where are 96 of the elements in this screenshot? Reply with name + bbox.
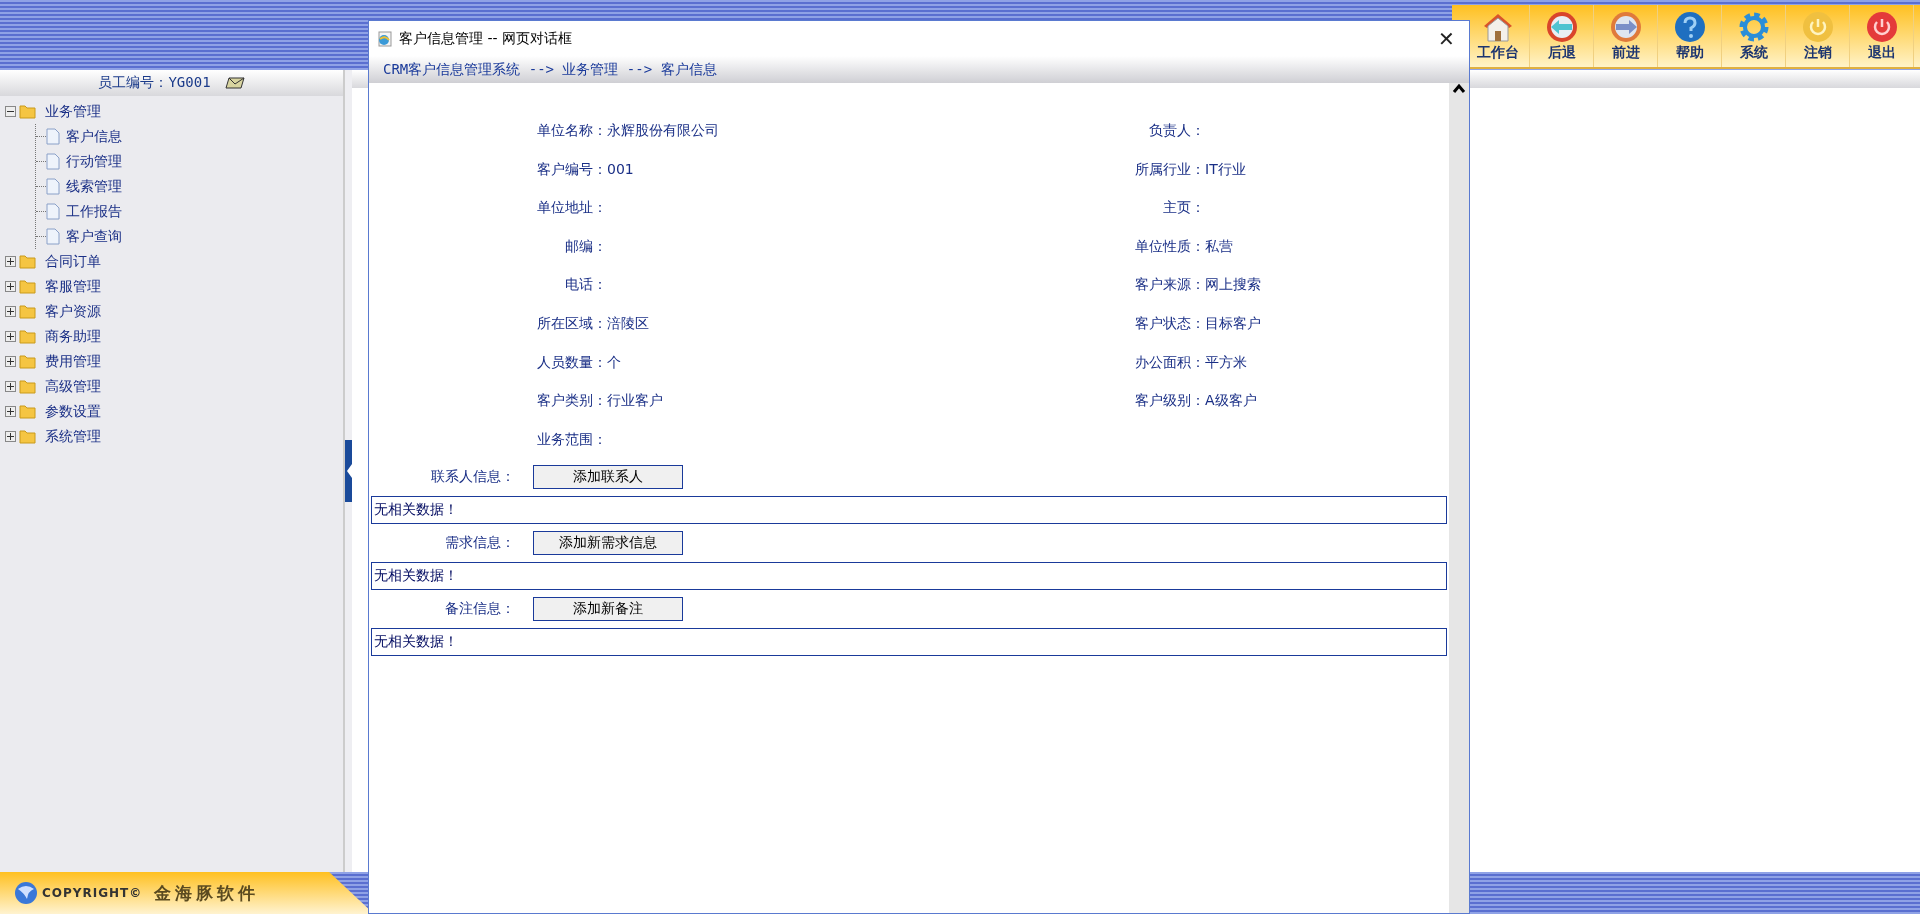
field-label: 客户类别： [536, 391, 607, 411]
field-label: 负责人： [1148, 121, 1205, 140]
page-icon [377, 30, 393, 47]
toolbar-button[interactable]: 注销 [1786, 5, 1850, 67]
field-label: 客户状态： [1134, 313, 1205, 333]
collapse-handle-icon[interactable] [345, 440, 352, 502]
section-label: 需求信息： [444, 534, 515, 553]
folder-icon [19, 379, 36, 394]
field-label: 单位性质： [1134, 236, 1205, 256]
folder-icon [19, 279, 36, 294]
document-icon [46, 178, 60, 195]
toolbar-button[interactable]: 退出 [1850, 5, 1914, 67]
company-name: 金海豚软件 [154, 881, 260, 905]
power-icon [1801, 10, 1834, 43]
document-icon [46, 128, 60, 145]
field-label: 邮编： [564, 236, 607, 256]
dialog-title: 客户信息管理 -- 网页对话框 [399, 29, 573, 48]
expand-icon[interactable] [5, 256, 16, 267]
document-icon [46, 203, 60, 220]
folder-icon [19, 354, 36, 369]
field-value: 001 [607, 159, 635, 179]
field-label: 单位名称： [536, 121, 607, 140]
empty-message: 无相关数据！ [371, 496, 1447, 525]
field-label: 办公面积： [1134, 352, 1205, 372]
field-label: 人员数量： [536, 352, 607, 372]
expand-icon[interactable] [5, 331, 16, 342]
field-label: 业务范围： [536, 429, 607, 449]
toolbar-button[interactable]: 帮助 [1658, 5, 1722, 67]
field-label: 客户来源： [1134, 275, 1205, 295]
folder-icon [19, 429, 36, 444]
close-button[interactable]: ✕ [1432, 26, 1461, 51]
field-value: 网上搜索 [1205, 275, 1262, 295]
document-icon [46, 153, 60, 170]
field-value: 个 [607, 352, 622, 372]
scrollbar[interactable] [1449, 83, 1469, 913]
tree-item[interactable]: 客服管理 [45, 277, 101, 296]
add-button[interactable]: 添加新需求信息 [533, 531, 683, 556]
expand-icon[interactable] [5, 381, 16, 392]
tree-item[interactable]: 费用管理 [45, 352, 101, 371]
folder-icon [19, 304, 36, 319]
tree-item[interactable]: 高级管理 [45, 377, 101, 396]
field-value: 私营 [1205, 236, 1234, 256]
tree-item[interactable]: 合同订单 [45, 252, 101, 271]
empty-message: 无相关数据！ [371, 628, 1447, 657]
expand-icon[interactable] [5, 406, 16, 417]
tree-item[interactable]: 工作报告 [66, 202, 122, 221]
copyright-text: COPYRIGHT© [42, 886, 143, 900]
help-icon [1673, 10, 1706, 43]
field-value: A级客户 [1205, 391, 1258, 411]
globe-icon [14, 881, 38, 905]
field-label: 所属行业： [1134, 159, 1205, 179]
folder-icon [19, 404, 36, 419]
field-value: 涪陵区 [607, 313, 650, 333]
employee-id: 员工编号：YG001 [98, 74, 211, 92]
expand-icon[interactable] [5, 281, 16, 292]
field-value: 目标客户 [1205, 313, 1262, 333]
scroll-up-icon[interactable] [1452, 83, 1466, 95]
field-value: 永辉股份有限公司 [607, 121, 720, 140]
folder-icon [19, 254, 36, 269]
section-label: 联系人信息： [430, 468, 515, 487]
field-label: 所在区域： [536, 313, 607, 333]
mail-icon [224, 77, 245, 89]
expand-icon[interactable] [5, 306, 16, 317]
field-label: 客户级别： [1134, 391, 1205, 411]
empty-message: 无相关数据！ [371, 562, 1447, 591]
toolbar-button[interactable]: 系统 [1722, 5, 1786, 67]
add-button[interactable]: 添加联系人 [533, 465, 683, 490]
add-button[interactable]: 添加新备注 [533, 597, 683, 622]
expand-icon[interactable] [5, 356, 16, 367]
collapse-icon[interactable] [5, 106, 16, 117]
tree-item[interactable]: 系统管理 [45, 427, 101, 446]
folder-icon [19, 104, 36, 119]
document-icon [46, 228, 60, 245]
tree-item[interactable]: 商务助理 [45, 327, 101, 346]
power-icon [1865, 10, 1898, 43]
breadcrumb: CRM客户信息管理系统 --> 业务管理 --> 客户信息 [369, 56, 1469, 83]
tree-item[interactable]: 线索管理 [66, 177, 122, 196]
toolbar-button[interactable]: 前进 [1594, 5, 1658, 67]
section-label: 备注信息： [444, 600, 515, 619]
tree-item[interactable]: 客户信息 [66, 127, 122, 146]
field-label: 客户编号： [536, 159, 607, 179]
tree-item[interactable]: 客户资源 [45, 302, 101, 321]
field-label: 单位地址： [536, 198, 607, 218]
tree-item[interactable]: 行动管理 [66, 152, 122, 171]
tree-item[interactable]: 客户查询 [66, 227, 122, 246]
expand-icon[interactable] [5, 431, 16, 442]
field-value: 平方米 [1205, 352, 1248, 372]
tree-item[interactable]: 业务管理 [45, 102, 101, 121]
field-label: 主页： [1162, 198, 1205, 218]
tree-item[interactable]: 参数设置 [45, 402, 101, 421]
gear-icon [1737, 10, 1770, 43]
field-label: 电话： [564, 275, 607, 295]
field-value: 行业客户 [607, 391, 664, 411]
field-value: IT行业 [1205, 159, 1247, 179]
toolbar-button[interactable]: 后退 [1530, 5, 1594, 67]
folder-icon [19, 329, 36, 344]
